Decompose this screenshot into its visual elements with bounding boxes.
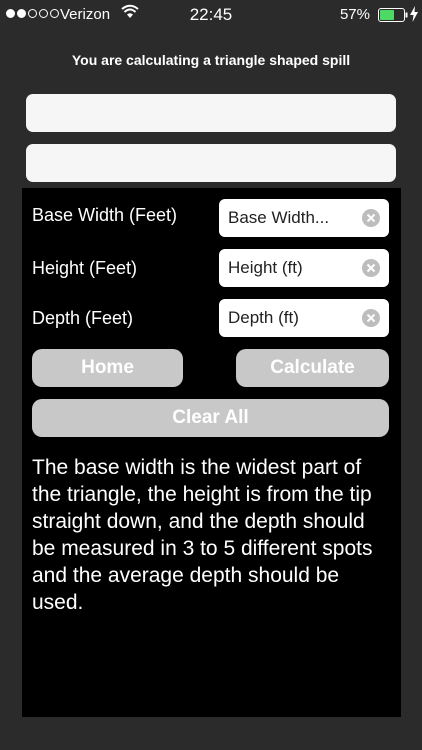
battery-icon (378, 8, 408, 22)
charging-icon (410, 6, 418, 22)
depth-input[interactable]: Depth (ft) (219, 299, 389, 337)
clear-depth-icon[interactable] (361, 308, 381, 328)
clear-all-button[interactable]: Clear All (32, 399, 389, 437)
battery-percent: 57% (339, 6, 370, 23)
base-width-label: Base Width (Feet) (32, 205, 178, 225)
height-placeholder: Height (ft) (228, 258, 303, 277)
calculate-button[interactable]: Calculate (236, 349, 389, 387)
height-input[interactable]: Height (ft) (219, 249, 389, 287)
depth-label: Depth (Feet) (32, 308, 134, 328)
instructions-text: The base width is the widest part of the… (32, 456, 373, 614)
clear-height-icon[interactable] (361, 258, 381, 278)
base-width-placeholder: Base Width... (228, 208, 330, 227)
home-button[interactable]: Home (32, 349, 183, 387)
depth-placeholder: Depth (ft) (228, 308, 299, 327)
page-title: You are calculating a triangle shaped sp… (71, 52, 351, 68)
clear-base-width-icon[interactable] (361, 208, 381, 228)
base-width-input[interactable]: Base Width... (219, 199, 389, 237)
blank-field-bottom (26, 144, 396, 182)
height-label: Height (Feet) (32, 258, 138, 278)
status-bar: Verizon 22:45 57% (0, 0, 422, 30)
blank-field-top (26, 94, 396, 132)
